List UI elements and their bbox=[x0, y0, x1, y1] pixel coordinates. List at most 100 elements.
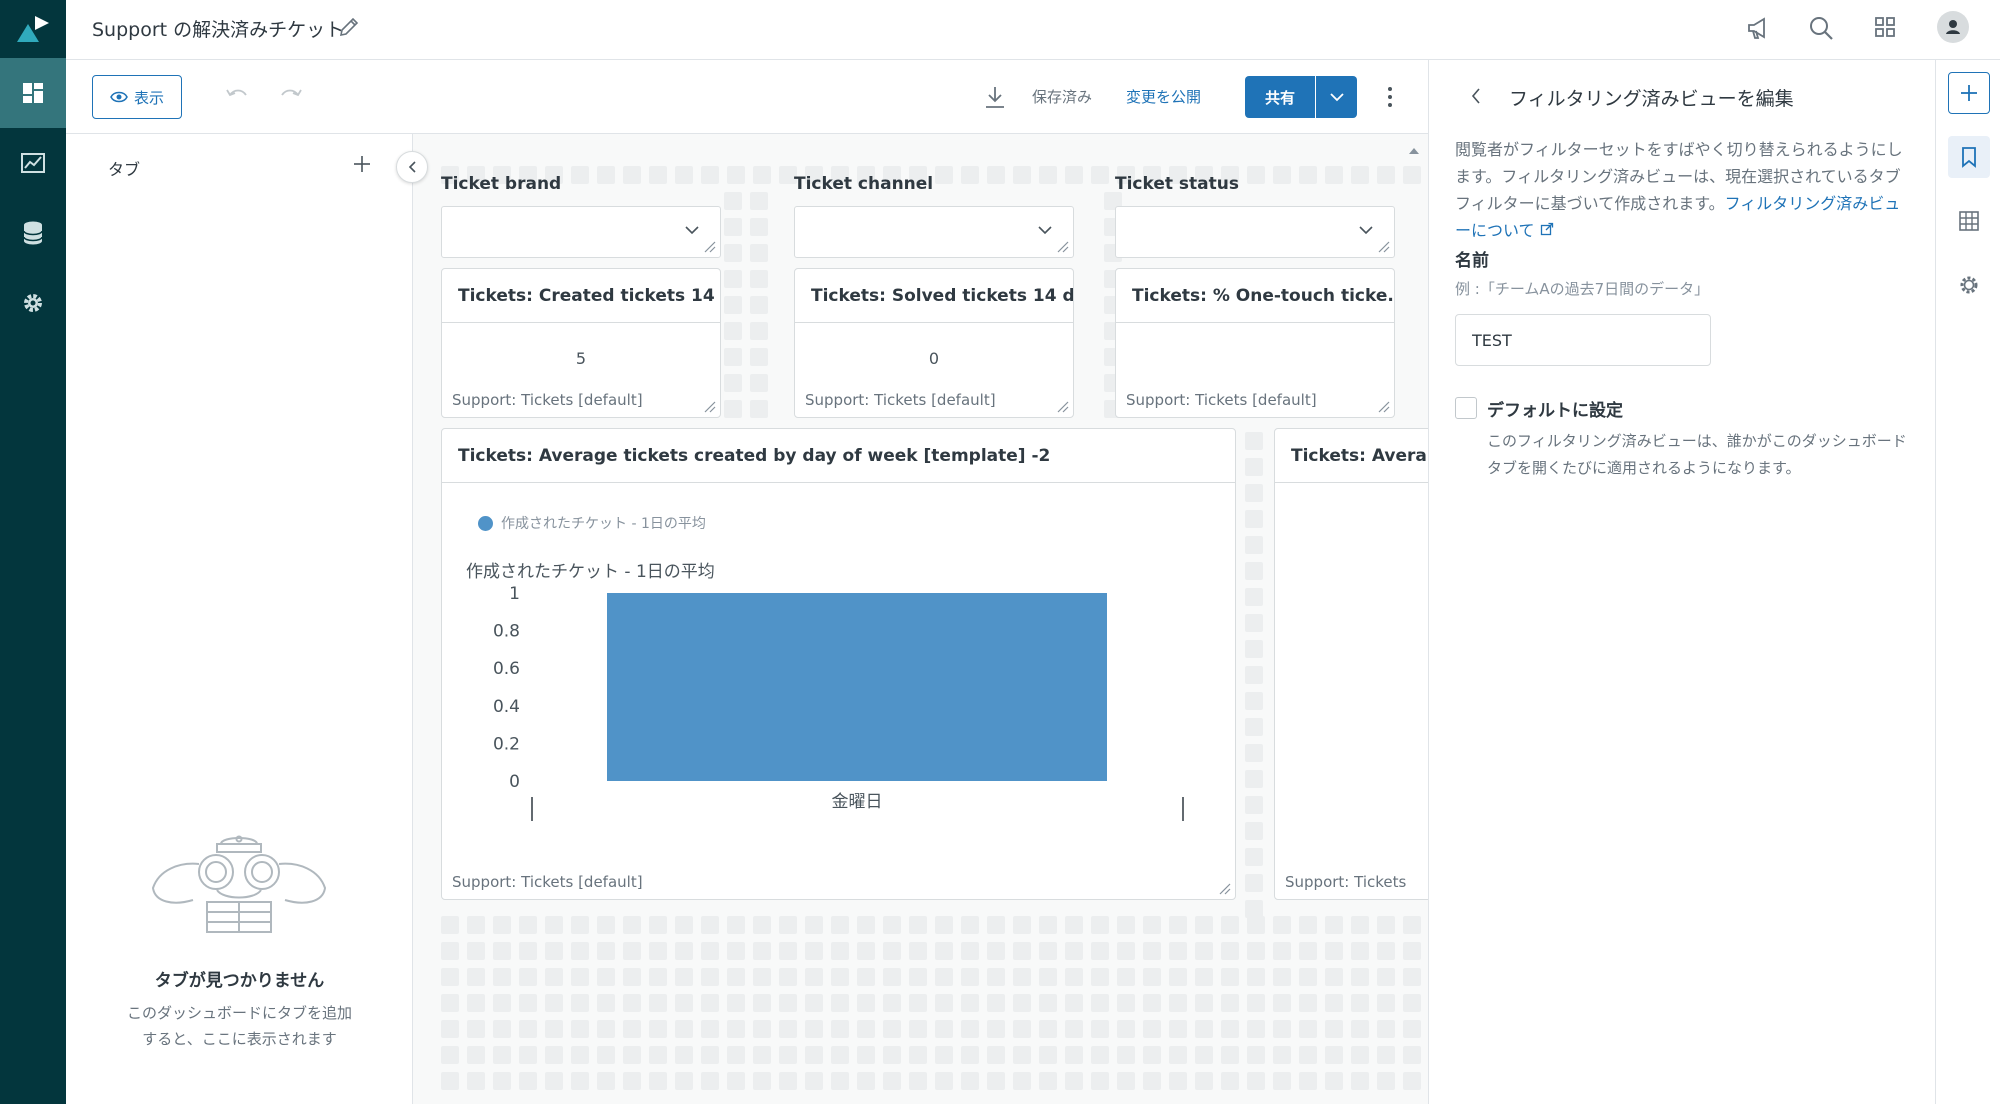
resize-handle-icon[interactable] bbox=[702, 239, 716, 253]
share-button[interactable]: 共有 bbox=[1245, 76, 1315, 118]
set-default-label[interactable]: デフォルトに設定 bbox=[1487, 396, 1623, 421]
resize-handle-icon[interactable] bbox=[1376, 399, 1390, 413]
filter-select[interactable] bbox=[441, 206, 721, 258]
resize-handle-icon[interactable] bbox=[702, 399, 716, 413]
grid-cell bbox=[805, 968, 823, 986]
nav-datasets[interactable] bbox=[0, 198, 66, 268]
add-tab-button[interactable] bbox=[352, 154, 372, 179]
grid-cell bbox=[750, 374, 768, 392]
name-input[interactable] bbox=[1455, 314, 1711, 366]
grid-cell bbox=[831, 968, 849, 986]
kpi-card[interactable]: Tickets: Solved tickets 14 d... 0 Suppor… bbox=[794, 268, 1074, 418]
grid-cell bbox=[1351, 1072, 1369, 1090]
chart-card[interactable]: Tickets: Average tickets created by day … bbox=[441, 428, 1236, 900]
filtered-views-button[interactable] bbox=[1948, 136, 1990, 178]
grid-cell bbox=[701, 916, 719, 934]
undo-button[interactable] bbox=[224, 85, 250, 112]
bar[interactable] bbox=[607, 593, 1107, 781]
grid-cell bbox=[727, 942, 745, 960]
grid-cell bbox=[753, 1072, 771, 1090]
user-avatar[interactable] bbox=[1936, 10, 1970, 49]
grid-cell bbox=[1377, 994, 1395, 1012]
grid-cell bbox=[1245, 614, 1263, 632]
logo[interactable] bbox=[0, 0, 66, 58]
grid-cell bbox=[727, 968, 745, 986]
kpi-title: Tickets: Created tickets 14 ... bbox=[442, 269, 720, 323]
grid-cell bbox=[753, 968, 771, 986]
grid-cell bbox=[1039, 968, 1057, 986]
apps-button[interactable] bbox=[1872, 14, 1898, 45]
kpi-value: 5 bbox=[575, 349, 587, 368]
nav-admin[interactable] bbox=[0, 268, 66, 338]
chart-card-partial[interactable]: Tickets: Avera Support: Tickets bbox=[1274, 428, 1428, 900]
grid-cell bbox=[1065, 1072, 1083, 1090]
table-view-button[interactable] bbox=[1948, 200, 1990, 242]
download-button[interactable] bbox=[983, 84, 1007, 115]
grid-cell bbox=[1091, 942, 1109, 960]
view-button[interactable]: 表示 bbox=[92, 75, 182, 119]
grid-cell bbox=[597, 1072, 615, 1090]
settings-button[interactable] bbox=[1948, 264, 1990, 306]
grid-cell bbox=[441, 968, 459, 986]
grid-cell bbox=[987, 942, 1005, 960]
nav-dashboards[interactable] bbox=[0, 58, 66, 128]
grid-cell bbox=[961, 916, 979, 934]
grid-cell bbox=[883, 1046, 901, 1064]
publish-changes-link[interactable]: 変更を公開 bbox=[1126, 86, 1201, 107]
grid-cell bbox=[1247, 1046, 1265, 1064]
resize-handle-icon[interactable] bbox=[1376, 239, 1390, 253]
panel-title: フィルタリング済みビューを編集 bbox=[1509, 88, 1794, 110]
grid-cell bbox=[493, 1020, 511, 1038]
resize-handle-icon[interactable] bbox=[1055, 239, 1069, 253]
grid-cell bbox=[753, 994, 771, 1012]
grid-cell bbox=[1091, 1046, 1109, 1064]
grid-cell bbox=[467, 994, 485, 1012]
kpi-card[interactable]: Tickets: Created tickets 14 ... 5 Suppor… bbox=[441, 268, 721, 418]
more-options-button[interactable] bbox=[1386, 85, 1394, 114]
grid-cell bbox=[571, 1020, 589, 1038]
grid-cell bbox=[1221, 1072, 1239, 1090]
bar-chart: 1 0.8 0.6 0.4 0.2 0 金曜日 bbox=[493, 584, 1184, 821]
grid-cell bbox=[1273, 1046, 1291, 1064]
grid-cell bbox=[701, 968, 719, 986]
left-nav bbox=[0, 0, 66, 1104]
edit-title-button[interactable] bbox=[336, 14, 362, 45]
grid-cell bbox=[1091, 166, 1109, 184]
plus-icon bbox=[354, 156, 370, 172]
back-button[interactable] bbox=[1469, 86, 1483, 111]
nav-reports[interactable] bbox=[0, 128, 66, 198]
resize-handle-icon[interactable] bbox=[1217, 881, 1231, 895]
grid-cell bbox=[1403, 916, 1421, 934]
y-tick-label: 0.6 bbox=[493, 659, 520, 679]
scroll-up-button[interactable] bbox=[1408, 140, 1420, 160]
grid-cell bbox=[1325, 942, 1343, 960]
share-dropdown-button[interactable] bbox=[1316, 76, 1357, 118]
collapse-tabs-button[interactable] bbox=[396, 151, 428, 183]
y-tick-label: 1 bbox=[509, 584, 520, 604]
kpi-card[interactable]: Tickets: % One-touch ticke... Support: T… bbox=[1115, 268, 1395, 418]
redo-button[interactable] bbox=[278, 85, 304, 112]
grid-cell bbox=[750, 296, 768, 314]
database-icon bbox=[23, 221, 43, 245]
grid-cell bbox=[1169, 1046, 1187, 1064]
announcements-button[interactable] bbox=[1745, 14, 1773, 47]
grid-cell bbox=[831, 916, 849, 934]
table-icon bbox=[1959, 211, 1979, 231]
y-tick-label: 0.8 bbox=[493, 622, 520, 642]
filter-select[interactable] bbox=[794, 206, 1074, 258]
grid-cell bbox=[623, 994, 641, 1012]
grid-cell bbox=[779, 916, 797, 934]
resize-handle-icon[interactable] bbox=[1055, 399, 1069, 413]
grid-cell bbox=[1245, 510, 1263, 528]
add-widget-button[interactable] bbox=[1948, 72, 1990, 114]
filter-select[interactable] bbox=[1115, 206, 1395, 258]
grid-cell bbox=[519, 1020, 537, 1038]
grid-cell bbox=[1299, 968, 1317, 986]
grid-cell bbox=[1013, 916, 1031, 934]
grid-cell bbox=[727, 916, 745, 934]
search-button[interactable] bbox=[1807, 14, 1835, 47]
grid-cell bbox=[724, 322, 742, 340]
grid-cell bbox=[1065, 1046, 1083, 1064]
grid-cell bbox=[750, 244, 768, 262]
set-default-checkbox[interactable] bbox=[1455, 397, 1477, 419]
